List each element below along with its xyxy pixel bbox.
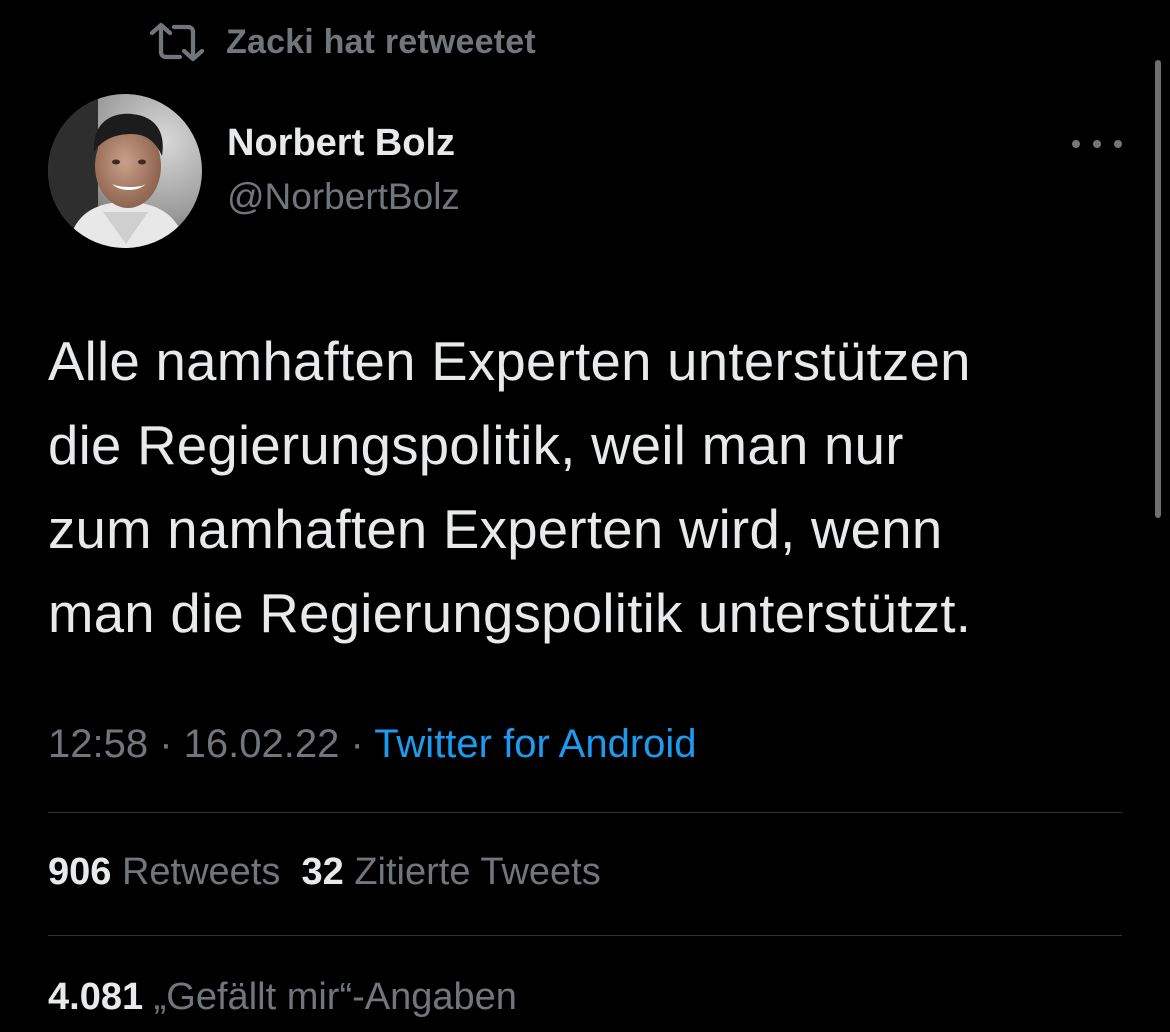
quote-tweets-label: Zitierte Tweets xyxy=(354,851,601,893)
likes-stat[interactable]: 4.081 „Gefällt mir“-Angaben xyxy=(48,976,517,1019)
quote-tweets-count: 32 xyxy=(301,851,344,893)
retweets-stat[interactable]: 906 Retweets xyxy=(48,851,280,893)
meta-separator: · xyxy=(148,722,184,766)
retweets-count: 906 xyxy=(48,851,112,893)
meta-separator: · xyxy=(339,722,375,766)
likes-label: „Gefällt mir“-Angaben xyxy=(153,976,517,1018)
retweet-icon xyxy=(148,22,206,62)
more-horizontal-icon xyxy=(1072,140,1080,148)
retweet-context[interactable]: Zacki hat retweetet xyxy=(148,18,536,66)
divider xyxy=(48,935,1122,936)
scrollbar[interactable] xyxy=(1155,60,1161,518)
more-horizontal-icon-dot xyxy=(1114,140,1122,148)
quote-tweets-stat[interactable]: 32 Zitierte Tweets xyxy=(302,851,601,893)
engagement-stats: 906 Retweets 32 Zitierte Tweets xyxy=(48,851,601,894)
tweet-text-line: Alle namhaften Experten unterstützen xyxy=(48,331,971,392)
tweet-time[interactable]: 12:58 xyxy=(48,722,148,766)
author-name[interactable]: Norbert Bolz xyxy=(227,122,455,165)
tweet-meta: 12:58 · 16.02.22 · Twitter for Android xyxy=(48,722,697,767)
divider xyxy=(48,812,1122,813)
tweet-text-line: zum namhaften Experten wird, wenn xyxy=(48,499,943,560)
tweet-text: Alle namhaften Experten unterstützen die… xyxy=(48,320,1138,656)
tweet-text-line: die Regierungspolitik, weil man nur xyxy=(48,415,904,476)
avatar[interactable] xyxy=(48,94,202,248)
avatar-image xyxy=(48,94,202,248)
more-options-button[interactable] xyxy=(1066,128,1128,160)
tweet-text-line: man die Regierungspolitik unterstützt. xyxy=(48,583,972,644)
tweet-date[interactable]: 16.02.22 xyxy=(184,722,340,766)
retweets-label: Retweets xyxy=(121,851,281,893)
likes-count: 4.081 xyxy=(48,976,144,1018)
tweet-source-link[interactable]: Twitter for Android xyxy=(374,722,696,766)
author-handle[interactable]: @NorbertBolz xyxy=(227,176,460,218)
retweet-context-text: Zacki hat retweetet xyxy=(226,22,536,61)
more-horizontal-icon-dot xyxy=(1093,140,1101,148)
